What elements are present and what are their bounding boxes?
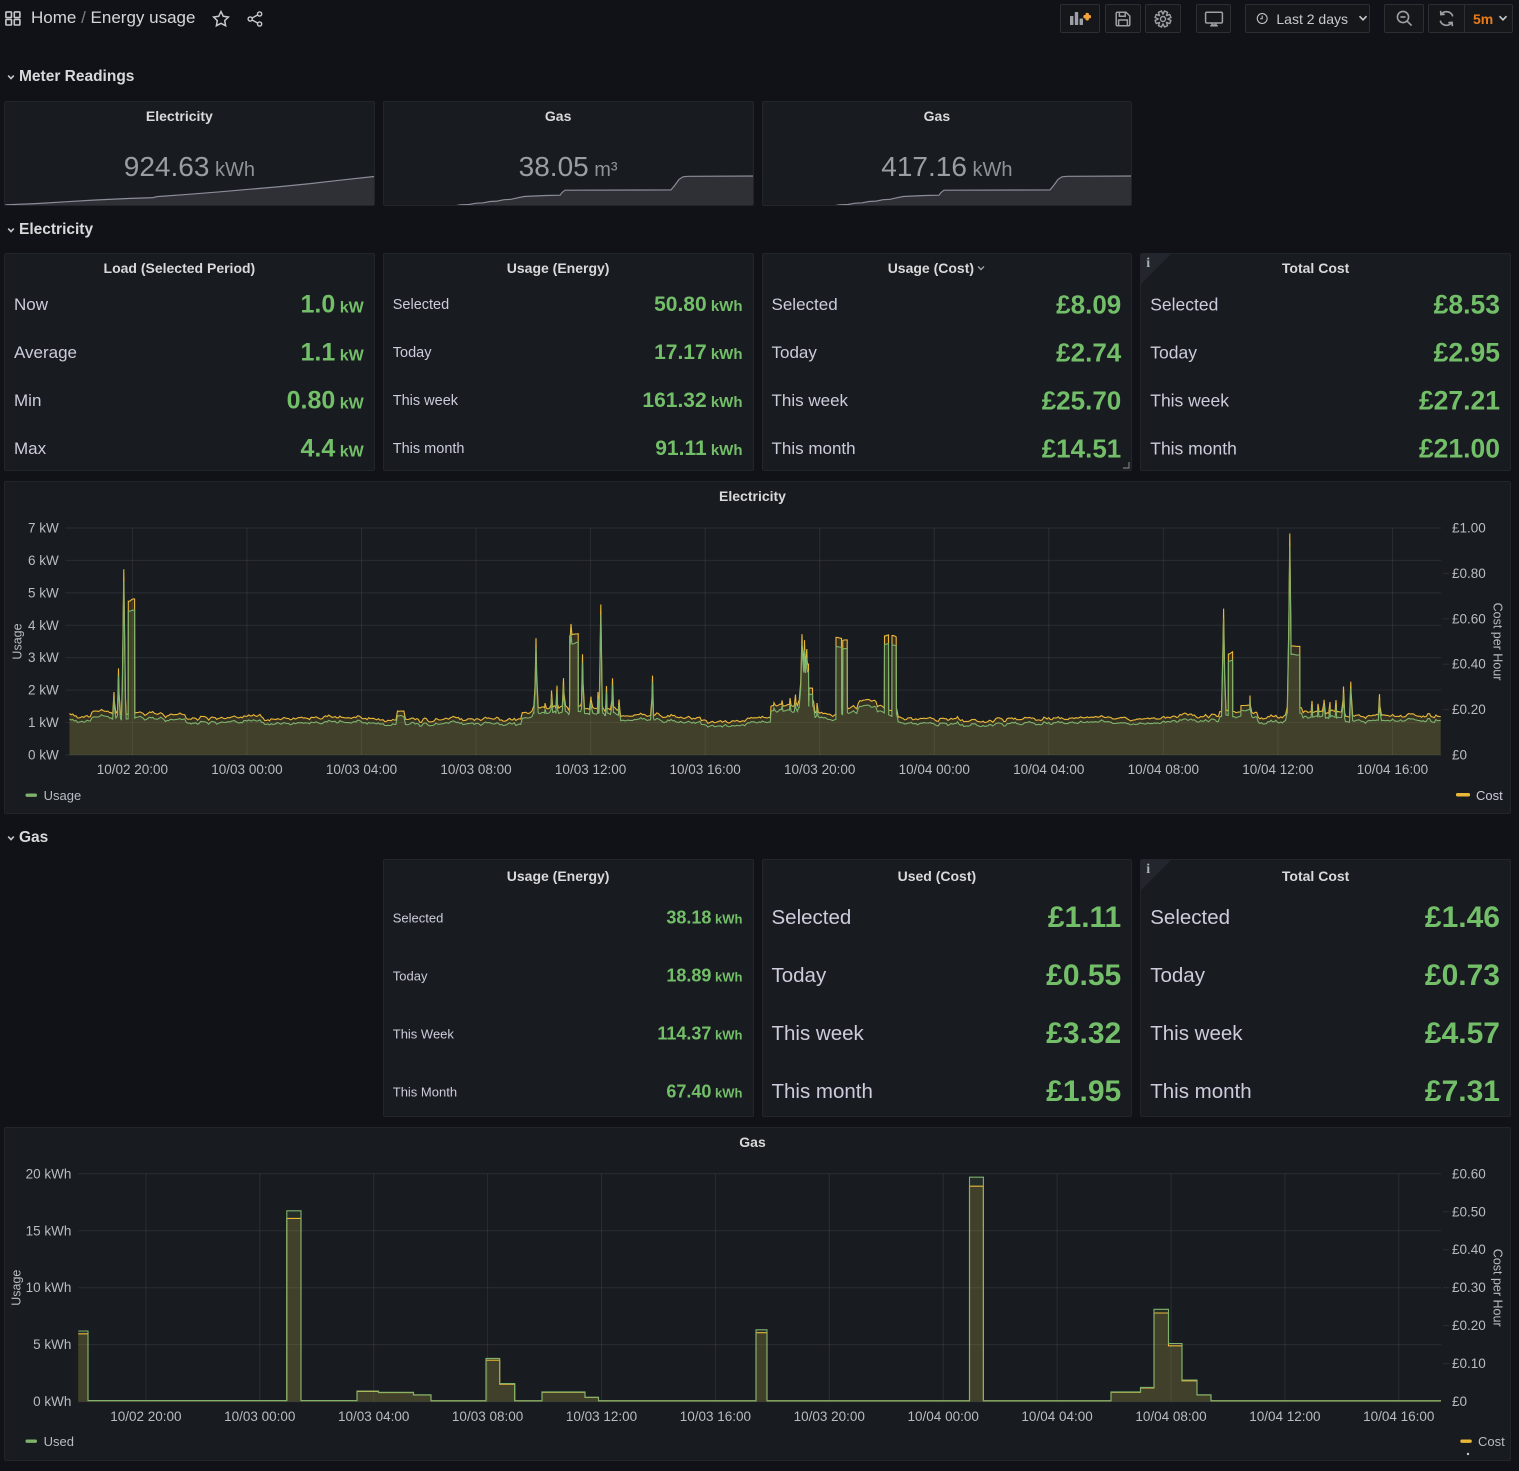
svg-text:10/03 04:00: 10/03 04:00 — [338, 1409, 409, 1424]
svg-text:10/03 00:00: 10/03 00:00 — [211, 762, 282, 777]
svg-text:£0: £0 — [1452, 1394, 1467, 1409]
svg-text:£0.50: £0.50 — [1452, 1204, 1486, 1219]
svg-text:Usage: Usage — [44, 788, 82, 803]
svg-text:10/04 00:00: 10/04 00:00 — [908, 1409, 979, 1424]
svg-text:Cost per Hour: Cost per Hour — [1491, 603, 1505, 681]
svg-text:10/04 04:00: 10/04 04:00 — [1021, 1409, 1092, 1424]
svg-text:3 kW: 3 kW — [28, 650, 59, 665]
svg-text:Cost: Cost — [1478, 1434, 1505, 1449]
svg-text:7 kW: 7 kW — [28, 520, 59, 535]
svg-text:10/03 20:00: 10/03 20:00 — [794, 1409, 865, 1424]
svg-text:10/03 04:00: 10/03 04:00 — [326, 762, 397, 777]
svg-text:Cost: Cost — [1476, 788, 1503, 803]
svg-text:10/04 00:00: 10/04 00:00 — [899, 762, 970, 777]
svg-text:10/03 12:00: 10/03 12:00 — [555, 762, 626, 777]
svg-text:Gas: Gas — [739, 1134, 766, 1150]
svg-text:£0.60: £0.60 — [1452, 611, 1486, 626]
svg-text:20 kWh: 20 kWh — [26, 1166, 72, 1181]
svg-text:10/03 08:00: 10/03 08:00 — [452, 1409, 523, 1424]
svg-text:10 kWh: 10 kWh — [26, 1280, 72, 1295]
svg-text:Electricity: Electricity — [719, 488, 786, 504]
svg-text:£0.10: £0.10 — [1452, 1356, 1486, 1371]
svg-text:10/04 08:00: 10/04 08:00 — [1135, 1409, 1206, 1424]
svg-text:£0.80: £0.80 — [1452, 566, 1486, 581]
svg-text:Usage: Usage — [10, 1270, 24, 1306]
svg-text:10/03 12:00: 10/03 12:00 — [566, 1409, 637, 1424]
svg-text:0 kW: 0 kW — [28, 748, 59, 763]
svg-text:Usage: Usage — [11, 623, 25, 659]
svg-text:£1.00: £1.00 — [1452, 521, 1486, 536]
svg-text:10/04 08:00: 10/04 08:00 — [1128, 762, 1199, 777]
svg-text:5 kW: 5 kW — [28, 585, 59, 600]
svg-text:10/04 16:00: 10/04 16:00 — [1357, 762, 1428, 777]
svg-text:2 kW: 2 kW — [28, 683, 59, 698]
svg-text:10/02 20:00: 10/02 20:00 — [97, 762, 168, 777]
svg-text:10/03 16:00: 10/03 16:00 — [669, 762, 740, 777]
svg-text:£0.40: £0.40 — [1452, 657, 1486, 672]
svg-text:£0.40: £0.40 — [1452, 1242, 1486, 1257]
svg-text:Cost per Hour: Cost per Hour — [1491, 1249, 1505, 1327]
svg-text:10/03 08:00: 10/03 08:00 — [440, 762, 511, 777]
svg-text:0 kWh: 0 kWh — [33, 1394, 71, 1409]
svg-text:6 kW: 6 kW — [28, 553, 59, 568]
svg-text:Used: Used — [44, 1434, 74, 1449]
svg-text:10/03 20:00: 10/03 20:00 — [784, 762, 855, 777]
svg-text:10/04 16:00: 10/04 16:00 — [1363, 1409, 1434, 1424]
svg-text:15 kWh: 15 kWh — [26, 1223, 72, 1238]
svg-text:£0.20: £0.20 — [1452, 702, 1486, 717]
svg-text:£0.20: £0.20 — [1452, 1318, 1486, 1333]
svg-text:10/04 04:00: 10/04 04:00 — [1013, 762, 1084, 777]
svg-text:4 kW: 4 kW — [28, 618, 59, 633]
svg-text:£0.30: £0.30 — [1452, 1280, 1486, 1295]
svg-text:5 kWh: 5 kWh — [33, 1337, 71, 1352]
svg-text:10/04 12:00: 10/04 12:00 — [1242, 762, 1313, 777]
svg-text:£0.60: £0.60 — [1452, 1166, 1486, 1181]
svg-text:1 kW: 1 kW — [28, 715, 59, 730]
svg-text:10/02 20:00: 10/02 20:00 — [110, 1409, 181, 1424]
svg-text:£0: £0 — [1452, 748, 1467, 763]
svg-text:10/04 12:00: 10/04 12:00 — [1249, 1409, 1320, 1424]
svg-text:10/03 00:00: 10/03 00:00 — [224, 1409, 295, 1424]
svg-text:10/03 16:00: 10/03 16:00 — [680, 1409, 751, 1424]
